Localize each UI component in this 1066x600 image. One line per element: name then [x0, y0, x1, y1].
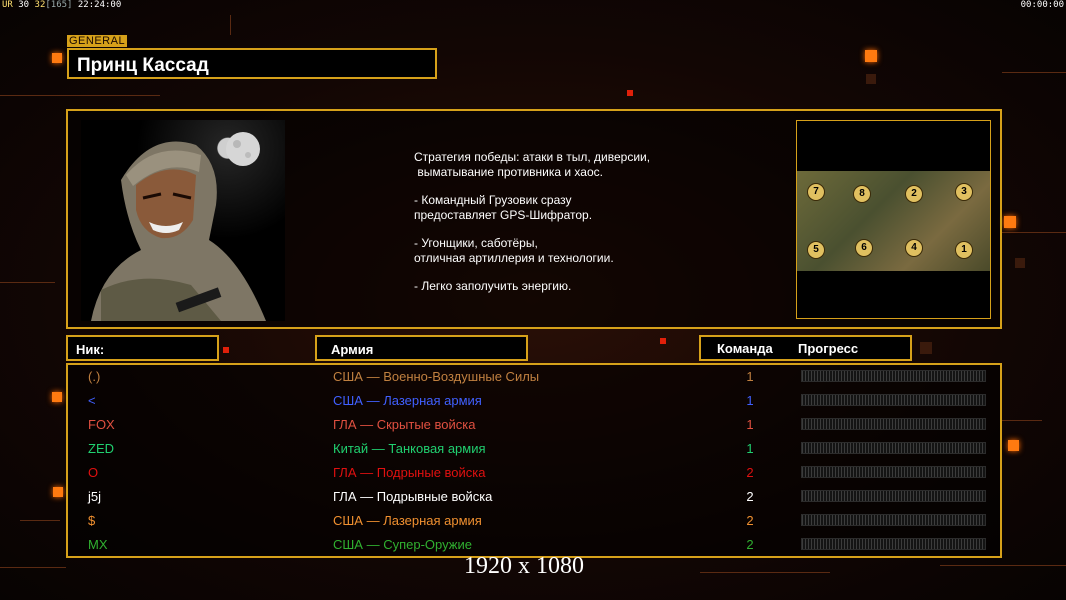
progress-bar: [801, 370, 986, 382]
start-slot: 7: [807, 183, 825, 201]
deco-square: [920, 342, 932, 354]
header-army-box: Армия: [315, 335, 528, 361]
deco-square: [865, 50, 877, 62]
player-team: 1: [746, 369, 754, 384]
player-row[interactable]: FOX ГЛА — Скрытые войска 1: [68, 413, 1000, 437]
player-army: ГЛА — Подрыные войска: [333, 465, 486, 480]
player-nick: O: [88, 465, 99, 480]
general-tag: GENERAL: [67, 35, 128, 47]
player-army: ГЛА — Подрывные войска: [333, 489, 493, 504]
header-progress: Прогресс: [798, 341, 859, 356]
deco-square: [1015, 258, 1025, 268]
progress-bar: [801, 538, 986, 550]
player-army: США — Лазерная армия: [333, 393, 482, 408]
general-portrait: [81, 120, 285, 321]
general-name: Принц Кассад: [77, 55, 209, 76]
player-nick: MX: [88, 537, 108, 552]
deco-square: [53, 487, 63, 497]
player-row[interactable]: j5j ГЛА — Подрывные войска 2: [68, 485, 1000, 509]
player-nick: ZED: [88, 441, 114, 456]
start-slot: 5: [807, 241, 825, 259]
progress-bar: [801, 418, 986, 430]
deco-line: [0, 282, 55, 283]
start-slot: 4: [905, 239, 923, 257]
deco-line: [0, 95, 160, 96]
status-prefix: UR: [2, 0, 13, 10]
start-slot: 3: [955, 183, 973, 201]
start-slot: 6: [855, 239, 873, 257]
status-left: UR 30 32[165] 22:24:00: [2, 0, 121, 10]
player-row[interactable]: (.) США — Военно-Воздушные Силы 1: [68, 365, 1000, 389]
player-team: 1: [746, 417, 754, 432]
player-team: 2: [746, 537, 754, 552]
player-team: 1: [746, 393, 754, 408]
deco-square: [52, 53, 62, 63]
player-row[interactable]: < США — Лазерная армия 1: [68, 389, 1000, 413]
progress-bar: [801, 514, 986, 526]
status-val1: 30: [18, 0, 30, 10]
player-nick: $: [88, 513, 96, 528]
progress-bar: [801, 394, 986, 406]
deco-line: [700, 572, 830, 573]
player-row[interactable]: $ США — Лазерная армия 2: [68, 509, 1000, 533]
description-line: - Командный Грузовик сразу предоставляет…: [414, 193, 593, 222]
player-row[interactable]: ZED Китай — Танковая армия 1: [68, 437, 1000, 461]
deco-line: [20, 520, 60, 521]
progress-bar: [801, 442, 986, 454]
player-nick: FOX: [88, 417, 115, 432]
deco-line: [1002, 420, 1042, 421]
player-army: Китай — Танковая армия: [333, 441, 486, 456]
deco-line: [1002, 232, 1066, 233]
general-info-panel: Стратегия победы: атаки в тыл, диверсии,…: [66, 109, 1002, 329]
player-nick: j5j: [88, 489, 102, 504]
header-team: Команда: [717, 341, 773, 356]
description-line: - Легко заполучить энергию.: [414, 279, 572, 293]
player-team: 2: [746, 489, 754, 504]
general-name-box: Принц Кассад: [67, 48, 437, 79]
deco-line: [1002, 72, 1066, 73]
description-line: Стратегия победы: атаки в тыл, диверсии,…: [414, 150, 651, 179]
deco-square: [1008, 440, 1019, 451]
player-nick: (.): [88, 369, 101, 384]
player-team: 2: [746, 465, 754, 480]
description-line: - Угонщики, саботёры, отличная артиллери…: [414, 236, 614, 265]
status-bracket: [165]: [45, 0, 73, 10]
general-description: Стратегия победы: атаки в тыл, диверсии,…: [414, 150, 650, 307]
player-army: США — Лазерная армия: [333, 513, 482, 528]
start-slot: 2: [905, 185, 923, 203]
player-team: 2: [746, 513, 754, 528]
minimap: 7 8 2 3 5 6 4 1: [796, 120, 991, 319]
status-val2: 32: [34, 0, 46, 10]
resolution-label: 1920 x 1080: [464, 553, 584, 579]
header-nick-box: Ник:: [66, 335, 219, 361]
deco-square: [223, 347, 229, 353]
deco-line: [940, 565, 1066, 566]
players-list: (.) США — Военно-Воздушные Силы 1 < США …: [66, 363, 1002, 558]
header-nick: Ник:: [76, 342, 105, 357]
player-row[interactable]: O ГЛА — Подрыные войска 2: [68, 461, 1000, 485]
player-army: США — Супер-Оружие: [333, 537, 472, 552]
player-nick: <: [88, 393, 96, 408]
deco-square: [1004, 216, 1016, 228]
start-slot: 8: [853, 185, 871, 203]
player-team: 1: [746, 441, 754, 456]
start-slot: 1: [955, 241, 973, 259]
deco-line: [0, 567, 66, 568]
map-preview: 7 8 2 3 5 6 4 1: [797, 171, 990, 271]
deco-square: [660, 338, 666, 344]
status-right-time: 00:00:00: [1020, 0, 1064, 10]
deco-square: [627, 90, 633, 96]
portrait-image: [91, 132, 266, 321]
progress-bar: [801, 466, 986, 478]
deco-line: [230, 15, 231, 35]
deco-square: [866, 74, 876, 84]
header-team-progress-box: Команда Прогресс: [699, 335, 912, 361]
deco-square: [52, 392, 62, 402]
player-army: ГЛА — Скрытые войска: [333, 417, 476, 432]
progress-bar: [801, 490, 986, 502]
status-time: 22:24:00: [77, 0, 122, 10]
header-army: Армия: [331, 342, 374, 357]
player-army: США — Военно-Воздушные Силы: [333, 369, 540, 384]
